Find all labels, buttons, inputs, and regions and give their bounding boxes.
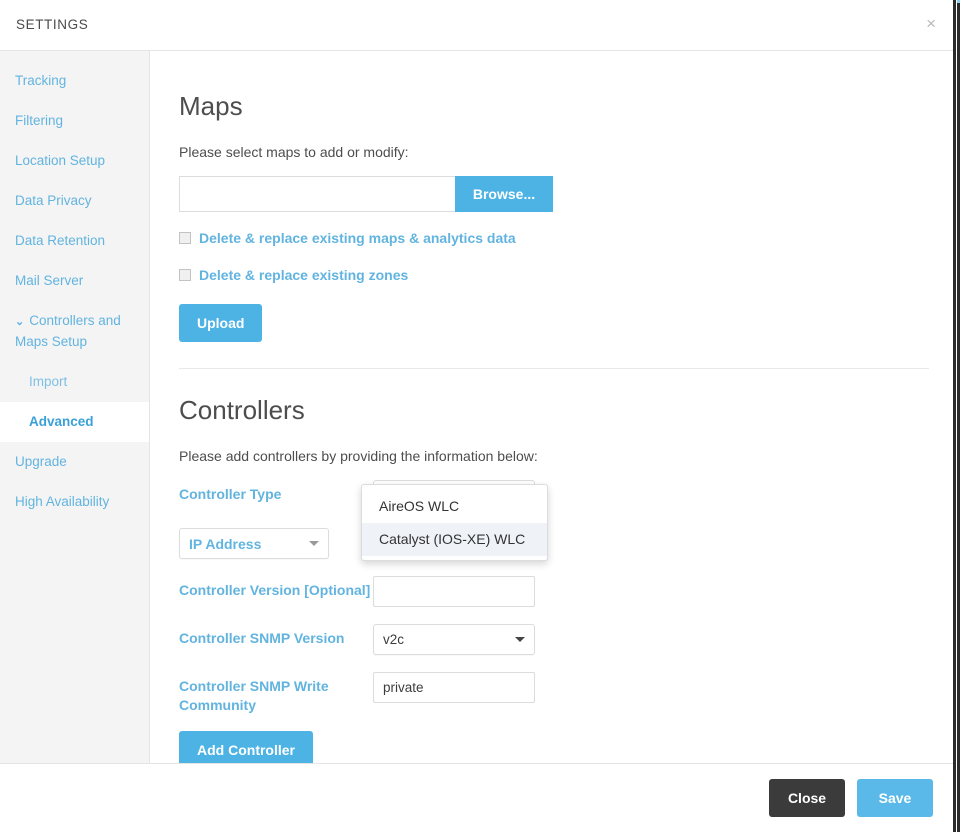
sidebar-item-high-availability[interactable]: High Availability (0, 482, 149, 522)
save-button[interactable]: Save (857, 779, 933, 817)
map-file-row: Browse... (179, 176, 553, 212)
address-mode-field: IP Address (179, 528, 329, 559)
snmp-write-community-input[interactable] (373, 672, 535, 703)
modal-header: SETTINGS × (0, 0, 953, 51)
address-mode-select[interactable]: IP Address (179, 528, 329, 559)
snmp-write-community-field (373, 672, 535, 703)
chevron-down-icon (515, 637, 525, 642)
address-mode-selected-value: IP Address (189, 535, 262, 552)
browse-button[interactable]: Browse... (455, 176, 553, 212)
controllers-section-description: Please add controllers by providing the … (179, 448, 538, 464)
snmp-version-select[interactable]: v2c (373, 624, 535, 655)
controller-version-field (373, 576, 535, 607)
dropdown-option-aireos-wlc[interactable]: AireOS WLC (362, 490, 547, 523)
sidebar-item-mail-server[interactable]: Mail Server (0, 261, 149, 301)
delete-replace-maps-label[interactable]: Delete & replace existing maps & analyti… (199, 230, 516, 246)
close-button[interactable]: Close (769, 779, 845, 817)
controller-version-input[interactable] (373, 576, 535, 607)
sidebar-item-label: Location Setup (15, 153, 106, 168)
sidebar-item-label: Tracking (15, 73, 67, 88)
sidebar-item-filtering[interactable]: Filtering (0, 101, 149, 141)
maps-section-description: Please select maps to add or modify: (179, 144, 409, 160)
map-file-input[interactable] (179, 176, 455, 212)
sidebar-item-label: Data Retention (15, 233, 106, 248)
sidebar-item-label: Import (29, 374, 68, 389)
controller-version-row: Controller Version [Optional] (179, 576, 923, 610)
settings-sidebar: Tracking Filtering Location Setup Data P… (0, 51, 150, 763)
sidebar-item-controllers-and-maps-setup[interactable]: ⌄ Controllers and Maps Setup (0, 301, 149, 362)
chevron-down-icon (309, 541, 319, 546)
sidebar-item-label: Upgrade (15, 454, 67, 469)
sidebar-item-import[interactable]: Import (0, 362, 149, 402)
snmp-version-field: v2c (373, 624, 535, 655)
settings-modal: SETTINGS × Tracking Filtering Location S… (0, 0, 956, 832)
sidebar-item-location-setup[interactable]: Location Setup (0, 141, 149, 181)
snmp-write-community-row: Controller SNMP Write Community (179, 672, 923, 715)
sidebar-item-label: High Availability (15, 494, 110, 509)
controller-type-label: Controller Type (179, 486, 282, 502)
sidebar-item-data-retention[interactable]: Data Retention (0, 221, 149, 261)
sidebar-item-label: Data Privacy (15, 193, 92, 208)
sidebar-item-label: Advanced (29, 414, 94, 429)
delete-replace-zones-row: Delete & replace existing zones (179, 267, 923, 283)
delete-replace-zones-label[interactable]: Delete & replace existing zones (199, 267, 408, 283)
controller-type-row: Controller Type AireOS WLC (179, 480, 923, 514)
controller-version-label: Controller Version [Optional] (179, 582, 371, 598)
page-title: SETTINGS (16, 17, 89, 32)
sidebar-item-tracking[interactable]: Tracking (0, 61, 149, 101)
controllers-section-title: Controllers (179, 395, 305, 425)
snmp-write-community-label: Controller SNMP Write Community (179, 678, 329, 713)
sidebar-item-label: Mail Server (15, 273, 84, 288)
address-mode-row: IP Address (179, 528, 923, 562)
sidebar-item-advanced[interactable]: Advanced (0, 402, 149, 442)
close-icon[interactable]: × (926, 15, 936, 32)
settings-content: Maps Please select maps to add or modify… (150, 51, 953, 763)
delete-replace-maps-row: Delete & replace existing maps & analyti… (179, 230, 923, 246)
add-controller-button[interactable]: Add Controller (179, 731, 313, 763)
section-divider (179, 368, 929, 369)
modal-body: Tracking Filtering Location Setup Data P… (0, 51, 953, 764)
delete-replace-zones-checkbox[interactable] (179, 269, 191, 281)
sidebar-item-upgrade[interactable]: Upgrade (0, 442, 149, 482)
snmp-version-selected-value: v2c (383, 632, 405, 647)
chevron-down-icon: ⌄ (15, 316, 25, 328)
sidebar-item-label: Controllers and Maps Setup (15, 313, 121, 349)
controller-type-dropdown-menu: AireOS WLC Catalyst (IOS-XE) WLC (361, 484, 548, 561)
maps-section-title: Maps (179, 91, 243, 121)
sidebar-item-data-privacy[interactable]: Data Privacy (0, 181, 149, 221)
modal-footer: Close Save (0, 764, 953, 832)
add-controller-row: Add Controller (179, 731, 923, 763)
snmp-version-row: Controller SNMP Version v2c (179, 624, 923, 658)
sidebar-item-label: Filtering (15, 113, 64, 128)
delete-replace-maps-checkbox[interactable] (179, 232, 191, 244)
upload-button[interactable]: Upload (179, 304, 263, 342)
snmp-version-label: Controller SNMP Version (179, 630, 345, 646)
dropdown-option-catalyst-ios-xe-wlc[interactable]: Catalyst (IOS-XE) WLC (362, 523, 547, 556)
